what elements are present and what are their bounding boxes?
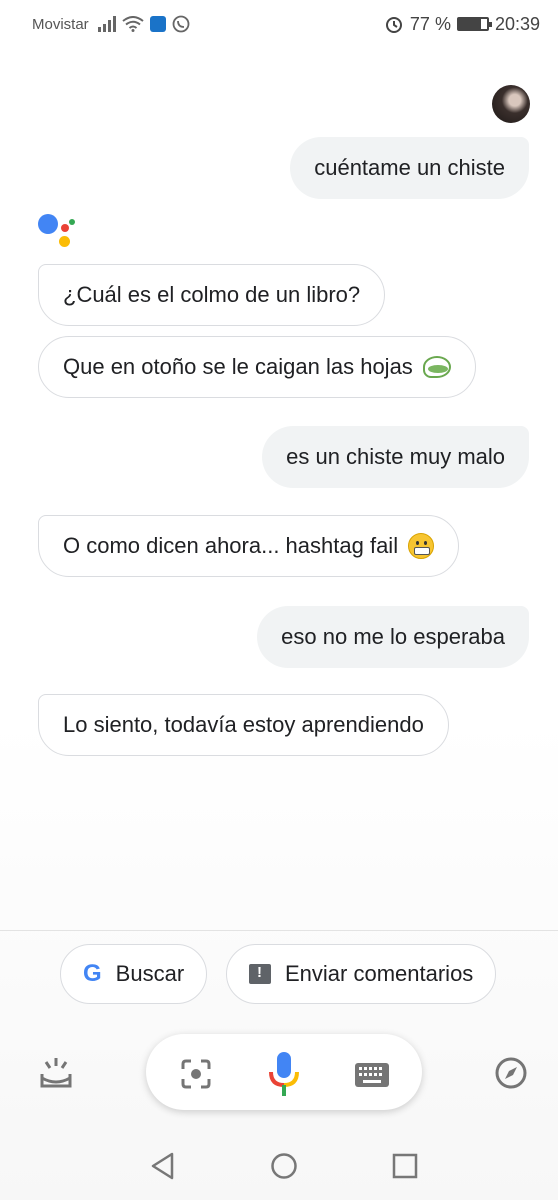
message-text: Que en otoño se le caigan las hojas: [63, 354, 413, 379]
keyboard-icon[interactable]: [354, 1062, 390, 1088]
status-right: 77 % 20:39: [384, 12, 540, 36]
system-navigation-bar: [0, 1140, 558, 1192]
alarm-icon: [385, 17, 402, 33]
user-message: es un chiste muy malo: [262, 426, 529, 488]
grimacing-face-emoji-icon: [408, 533, 435, 559]
message-text: es un chiste muy malo: [286, 444, 505, 469]
google-g-icon: G: [83, 960, 102, 987]
user-message: cuéntame un chiste: [290, 137, 529, 199]
message-text: Lo siento, todavía estoy aprendiendo: [63, 712, 424, 737]
assistant-action-bar: [0, 1034, 558, 1112]
signal-icon: [98, 16, 116, 32]
battery-icon: [456, 17, 492, 31]
divider: [0, 930, 558, 931]
status-bar: Movistar 77 % 20:39: [0, 0, 558, 48]
shield-app-icon: [150, 16, 166, 32]
message-text: ¿Cuál es el colmo de un libro?: [63, 282, 361, 307]
message-text: O como dicen ahora... hashtag fail: [63, 533, 399, 558]
mic-icon[interactable]: [268, 1052, 300, 1096]
clock: 20:39: [494, 13, 540, 34]
recents-icon[interactable]: [392, 1153, 418, 1179]
assistant-message: Lo siento, todavía estoy aprendiendo: [38, 694, 449, 756]
search-chip-label: Buscar: [115, 961, 185, 986]
user-avatar: [492, 85, 530, 123]
search-chip[interactable]: G Buscar: [60, 944, 208, 1004]
assistant-message: ¿Cuál es el colmo de un libro?: [38, 264, 386, 326]
google-assistant-logo: [38, 214, 78, 250]
lens-icon[interactable]: [180, 1058, 212, 1090]
battery-percent: 77 %: [409, 13, 451, 34]
feedback-chip[interactable]: Enviar comentarios: [226, 944, 497, 1004]
feedback-chip-label: Enviar comentarios: [285, 961, 474, 986]
back-icon[interactable]: [150, 1152, 176, 1180]
status-icons: [98, 12, 190, 36]
wifi-icon: [122, 16, 144, 32]
message-text: cuéntame un chiste: [314, 155, 505, 180]
leaf-emoji-icon: [422, 356, 451, 378]
home-icon[interactable]: [270, 1152, 298, 1180]
feedback-icon: [249, 964, 271, 984]
assistant-message: O como dicen ahora... hashtag fail: [38, 515, 460, 577]
whatsapp-icon: [172, 15, 190, 33]
user-message: eso no me lo esperaba: [257, 606, 529, 668]
carrier-name: Movistar: [32, 16, 89, 33]
assistant-message: Que en otoño se le caigan las hojas: [38, 336, 476, 398]
updates-tray-icon[interactable]: [38, 1056, 74, 1090]
compass-icon[interactable]: [494, 1056, 528, 1090]
message-text: eso no me lo esperaba: [281, 624, 505, 649]
